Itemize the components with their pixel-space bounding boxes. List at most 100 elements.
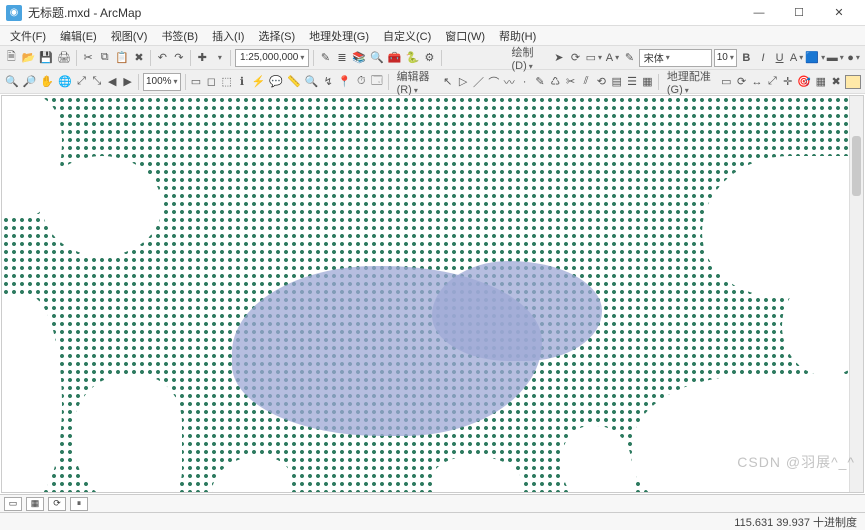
- identify-icon[interactable]: ℹ: [235, 73, 248, 91]
- scrollbar-thumb[interactable]: [852, 136, 861, 196]
- menu-geoprocessing[interactable]: 地理处理(G): [303, 26, 375, 46]
- attributes-icon[interactable]: ▤: [610, 73, 623, 91]
- georef-menu-label[interactable]: 地理配准(G): [667, 68, 714, 96]
- fill-color-button[interactable]: 🟦: [806, 49, 824, 67]
- menu-customize[interactable]: 自定义(C): [377, 26, 437, 46]
- zoom-percent-input[interactable]: 100%: [143, 73, 181, 91]
- fixed-zoom-out-icon[interactable]: ⤡: [90, 73, 103, 91]
- georef-scale-icon[interactable]: ⤢: [766, 73, 779, 91]
- prev-extent-icon[interactable]: ◀: [106, 73, 119, 91]
- font-select[interactable]: 宋体: [639, 49, 712, 67]
- refresh-button[interactable]: ⟳: [48, 497, 66, 511]
- close-button[interactable]: ✕: [819, 0, 859, 26]
- add-data-dropdown[interactable]: [212, 49, 227, 67]
- paste-icon[interactable]: 📋: [114, 49, 130, 67]
- select-elements-icon[interactable]: ⬚: [220, 73, 233, 91]
- full-extent-icon[interactable]: 🌐: [57, 73, 73, 91]
- menu-file[interactable]: 文件(F): [4, 26, 52, 46]
- pointer-icon[interactable]: ➤: [552, 49, 567, 67]
- data-view-tab[interactable]: ▭: [4, 497, 22, 511]
- fixed-zoom-in-icon[interactable]: ⤢: [75, 73, 88, 91]
- zoom-out-icon[interactable]: 🔎: [22, 73, 38, 91]
- toc-icon[interactable]: ≣: [335, 49, 350, 67]
- clear-selection-icon[interactable]: ◻: [205, 73, 218, 91]
- create-viewer-icon[interactable]: 🗔: [370, 73, 384, 91]
- print-icon[interactable]: 🖨: [56, 49, 72, 67]
- draw-menu-label[interactable]: 绘制(D): [512, 44, 546, 72]
- select-features-icon[interactable]: ▭: [189, 73, 202, 91]
- georef-auto-icon[interactable]: 🎯: [796, 73, 812, 91]
- edit-vertices2-icon[interactable]: ✎: [533, 73, 546, 91]
- menu-edit[interactable]: 编辑(E): [54, 26, 103, 46]
- toolbox-icon[interactable]: 🧰: [387, 49, 403, 67]
- edit-tool-icon[interactable]: ↖: [441, 73, 454, 91]
- straight-segment-icon[interactable]: ／: [472, 73, 485, 91]
- html-popup-icon[interactable]: 💬: [268, 73, 284, 91]
- menu-select[interactable]: 选择(S): [252, 26, 301, 46]
- rotate-icon[interactable]: ⟳: [568, 49, 583, 67]
- rectangle-tool-icon[interactable]: ▭: [585, 49, 603, 67]
- open-icon[interactable]: 📂: [21, 49, 37, 67]
- edit-annotation-icon[interactable]: ▷: [456, 73, 469, 91]
- georef-rotate-icon[interactable]: ⟳: [735, 73, 748, 91]
- georef-delete-icon[interactable]: ✖: [829, 73, 842, 91]
- delete-icon[interactable]: ✖: [132, 49, 147, 67]
- find-icon[interactable]: 🔍: [304, 73, 320, 91]
- georef-layer-icon[interactable]: ▭: [720, 73, 733, 91]
- create-features-icon[interactable]: ▦: [641, 73, 654, 91]
- menu-bookmarks[interactable]: 书签(B): [155, 26, 204, 46]
- underline-button[interactable]: U: [772, 49, 787, 67]
- arc-segment-icon[interactable]: ⌒: [487, 73, 500, 91]
- edit-vertices-icon[interactable]: ✎: [622, 49, 637, 67]
- italic-button[interactable]: I: [756, 49, 771, 67]
- copy-icon[interactable]: ⧉: [97, 49, 112, 67]
- marker-color-button[interactable]: ●: [846, 49, 861, 67]
- trace-icon[interactable]: 〰: [503, 73, 516, 91]
- modelbuilder-icon[interactable]: ⚙: [422, 49, 437, 67]
- sketch-props-icon[interactable]: ☰: [625, 73, 638, 91]
- undo-icon[interactable]: ↶: [155, 49, 170, 67]
- scale-input[interactable]: 1:25,000,000: [235, 49, 309, 67]
- bold-button[interactable]: B: [739, 49, 754, 67]
- maximize-button[interactable]: ☐: [779, 0, 819, 26]
- editor-toolbar-icon[interactable]: ✎: [318, 49, 333, 67]
- python-icon[interactable]: 🐍: [404, 49, 420, 67]
- menu-insert[interactable]: 插入(I): [206, 26, 250, 46]
- menu-view[interactable]: 视图(V): [105, 26, 154, 46]
- reshape-icon[interactable]: ♺: [549, 73, 562, 91]
- map-canvas[interactable]: CSDN @羽展^_^: [1, 95, 864, 493]
- menu-window[interactable]: 窗口(W): [439, 26, 491, 46]
- hyperlink-icon[interactable]: ⚡: [251, 73, 267, 91]
- georef-link-icon[interactable]: ✛: [781, 73, 794, 91]
- point-icon[interactable]: ·: [518, 73, 531, 91]
- add-data-icon[interactable]: ✚: [195, 49, 210, 67]
- new-icon[interactable]: 🗎: [4, 49, 19, 67]
- goto-xy-icon[interactable]: 📍: [337, 73, 353, 91]
- minimize-button[interactable]: —: [739, 0, 779, 26]
- georef-shift-icon[interactable]: ↔: [750, 73, 763, 91]
- measure-icon[interactable]: 📏: [286, 73, 302, 91]
- find-route-icon[interactable]: ↯: [322, 73, 335, 91]
- editor-menu-label[interactable]: 编辑器(R): [397, 68, 436, 96]
- zoom-in-icon[interactable]: 🔍: [4, 73, 20, 91]
- split-icon[interactable]: ⫽: [579, 73, 592, 91]
- cut-icon[interactable]: ✂: [81, 49, 96, 67]
- line-color-button[interactable]: ▬: [826, 49, 844, 67]
- vertical-scrollbar[interactable]: [849, 96, 863, 492]
- redo-icon[interactable]: ↷: [172, 49, 187, 67]
- next-extent-icon[interactable]: ▶: [121, 73, 134, 91]
- menu-help[interactable]: 帮助(H): [493, 26, 542, 46]
- cut-polygon-icon[interactable]: ✂: [564, 73, 577, 91]
- catalog-icon[interactable]: 📚: [351, 49, 367, 67]
- georef-table-icon[interactable]: ▦: [814, 73, 827, 91]
- layout-view-tab[interactable]: ▦: [26, 497, 44, 511]
- pause-draw-button[interactable]: ⏸: [70, 497, 88, 511]
- text-tool-icon[interactable]: A: [605, 49, 620, 67]
- pan-icon[interactable]: ✋: [39, 73, 55, 91]
- rotate-tool-icon[interactable]: ⟲: [595, 73, 608, 91]
- font-size-select[interactable]: 10: [714, 49, 737, 67]
- save-icon[interactable]: 💾: [38, 49, 54, 67]
- search-icon[interactable]: 🔍: [369, 49, 385, 67]
- font-color-button[interactable]: A: [789, 49, 804, 67]
- time-slider-icon[interactable]: ⏱: [355, 73, 368, 91]
